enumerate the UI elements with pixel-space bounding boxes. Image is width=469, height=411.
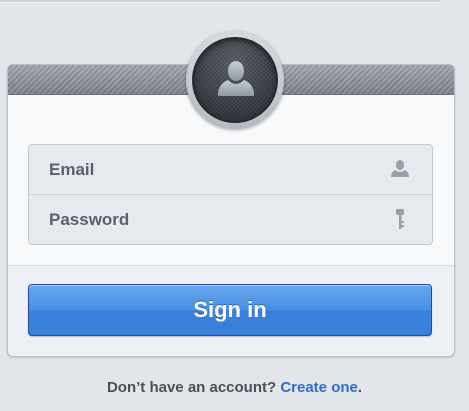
user-icon — [390, 159, 410, 184]
key-icon — [390, 209, 410, 236]
signup-prompt-period: . — [357, 379, 363, 396]
user-silhouette-icon — [218, 61, 254, 96]
credentials-group — [28, 144, 433, 245]
password-field-row — [29, 195, 432, 245]
password-field[interactable] — [29, 195, 432, 245]
top-divider-highlight — [0, 2, 440, 3]
create-account-link[interactable]: Create one — [280, 379, 358, 396]
sign-in-button[interactable]: Sign in — [28, 284, 432, 336]
email-field-row — [29, 145, 432, 195]
avatar — [192, 37, 278, 123]
signup-prompt-text: Don’t have an account? — [106, 379, 281, 396]
email-field[interactable] — [29, 145, 432, 194]
signup-prompt: Don’t have an account? Create one. — [0, 379, 469, 396]
